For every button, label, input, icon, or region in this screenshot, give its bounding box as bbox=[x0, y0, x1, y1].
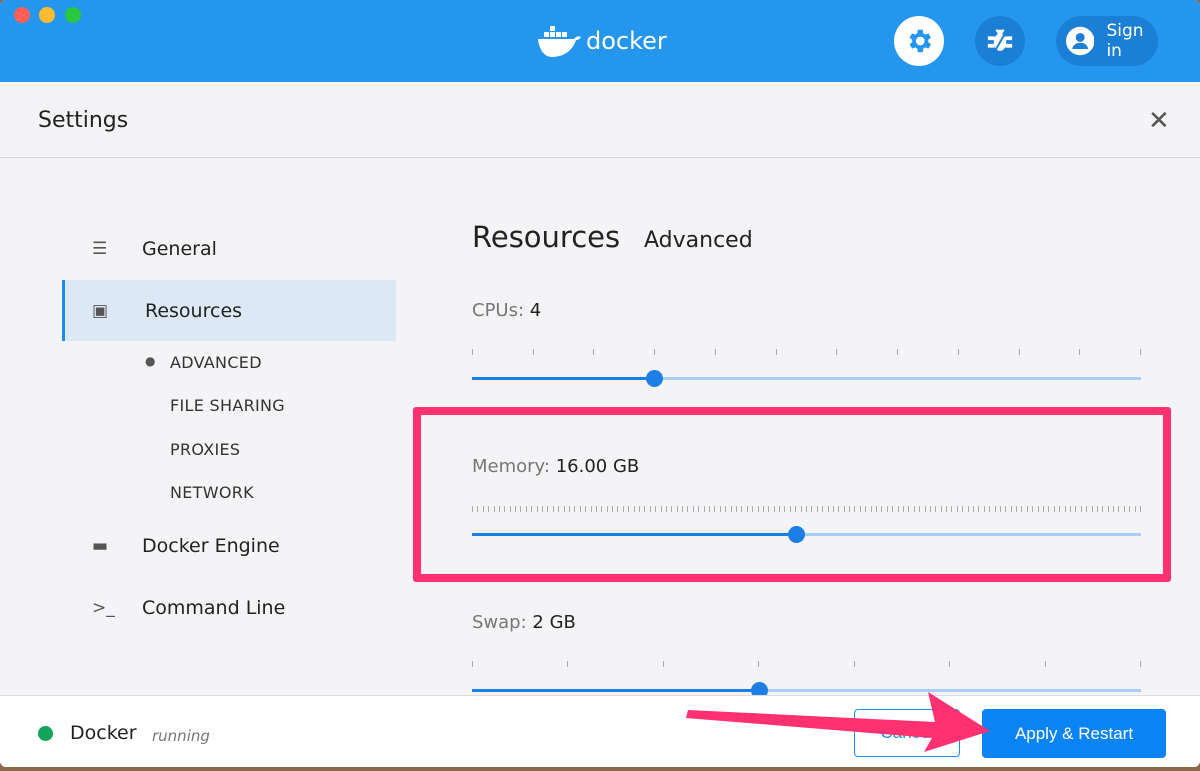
subitem-proxies[interactable]: PROXIES bbox=[170, 440, 240, 459]
title-bar: docker Sign in bbox=[0, 0, 1200, 82]
bullet-icon: ● bbox=[145, 354, 156, 368]
close-window-button[interactable] bbox=[14, 7, 30, 23]
tick-mark bbox=[1044, 661, 1046, 667]
docker-settings-window: docker Sign in Settings ✕ ☰ General ▣ Reso… bbox=[0, 0, 1200, 767]
settings-header: Settings ✕ bbox=[0, 82, 1200, 158]
tick-mark bbox=[853, 661, 855, 667]
sidebar-item-resources[interactable]: ▣ Resources bbox=[62, 280, 396, 341]
tick-mark bbox=[1079, 349, 1081, 355]
sliders-icon: ☰ bbox=[92, 238, 108, 259]
cancel-button[interactable]: Cancel bbox=[854, 709, 960, 757]
tick-mark bbox=[714, 349, 716, 355]
tick-mark bbox=[957, 349, 959, 355]
whale-icon bbox=[538, 26, 581, 57]
cpus-label: CPUs: 4 bbox=[472, 300, 541, 321]
tick-mark bbox=[775, 349, 777, 355]
section-title: Resources bbox=[472, 220, 621, 254]
zoom-window-button[interactable] bbox=[65, 7, 81, 23]
tick-mark bbox=[593, 349, 595, 355]
cpus-ticks bbox=[472, 349, 1141, 355]
tick-mark bbox=[654, 349, 656, 355]
memory-highlight-box bbox=[413, 407, 1171, 582]
subitem-network[interactable]: NETWORK bbox=[170, 483, 254, 502]
sidebar-item-general[interactable]: ☰ General bbox=[62, 218, 396, 279]
cpus-slider-handle[interactable] bbox=[646, 370, 664, 387]
docker-logo: docker bbox=[536, 24, 667, 58]
status-text: running bbox=[152, 727, 210, 745]
gear-icon bbox=[909, 29, 931, 53]
settings-button[interactable] bbox=[894, 16, 944, 66]
tick-mark bbox=[567, 661, 569, 667]
sign-in-label: Sign in bbox=[1106, 21, 1144, 61]
subitem-advanced[interactable]: ADVANCED bbox=[170, 353, 262, 372]
terminal-icon: >_ bbox=[92, 597, 115, 618]
tick-mark bbox=[836, 349, 838, 355]
subitem-file-sharing[interactable]: FILE SHARING bbox=[170, 396, 285, 415]
section-subtitle: Advanced bbox=[644, 228, 753, 253]
tick-mark bbox=[472, 349, 473, 355]
user-icon bbox=[1066, 26, 1095, 56]
swap-label: Swap: 2 GB bbox=[472, 612, 576, 633]
engine-icon: ▬ bbox=[92, 535, 109, 556]
tick-mark bbox=[532, 349, 534, 355]
footer: Docker running Cancel Apply & Restart bbox=[0, 695, 1200, 767]
tick-mark bbox=[758, 661, 760, 667]
swap-slider-fill bbox=[472, 689, 759, 692]
tick-mark bbox=[1018, 349, 1020, 355]
sidebar-item-label: Resources bbox=[145, 299, 243, 322]
tick-mark bbox=[1140, 349, 1141, 355]
cpus-slider-fill bbox=[472, 377, 655, 380]
tick-mark bbox=[949, 661, 951, 667]
close-icon[interactable]: ✕ bbox=[1148, 106, 1170, 136]
troubleshoot-button[interactable] bbox=[975, 16, 1025, 66]
cpus-value: 4 bbox=[529, 300, 542, 321]
swap-slider[interactable] bbox=[472, 682, 1141, 699]
cpus-slider[interactable] bbox=[472, 370, 1141, 387]
app-name: Docker bbox=[70, 722, 137, 744]
sign-in-button[interactable]: Sign in bbox=[1056, 16, 1158, 66]
logo-text: docker bbox=[586, 27, 667, 55]
resources-icon: ▣ bbox=[92, 300, 109, 321]
swap-ticks bbox=[472, 661, 1141, 667]
tick-mark bbox=[472, 661, 473, 667]
sidebar-item-label: Docker Engine bbox=[142, 534, 280, 557]
bug-icon bbox=[987, 29, 1013, 52]
minimize-window-button[interactable] bbox=[39, 7, 55, 23]
page-title: Settings bbox=[38, 108, 129, 133]
apply-restart-button[interactable]: Apply & Restart bbox=[982, 709, 1166, 758]
status-dot-icon bbox=[38, 726, 53, 741]
swap-value: 2 GB bbox=[532, 612, 576, 633]
cpus-label-text: CPUs: bbox=[472, 300, 525, 321]
tick-mark bbox=[1140, 661, 1141, 667]
sidebar-item-label: Command Line bbox=[142, 596, 286, 619]
swap-label-text: Swap: bbox=[472, 612, 527, 633]
sidebar-item-docker-engine[interactable]: ▬ Docker Engine bbox=[62, 515, 396, 576]
tick-mark bbox=[662, 661, 664, 667]
sidebar-item-label: General bbox=[142, 237, 217, 260]
sidebar-item-command-line[interactable]: >_ Command Line bbox=[62, 577, 396, 638]
tick-mark bbox=[897, 349, 899, 355]
